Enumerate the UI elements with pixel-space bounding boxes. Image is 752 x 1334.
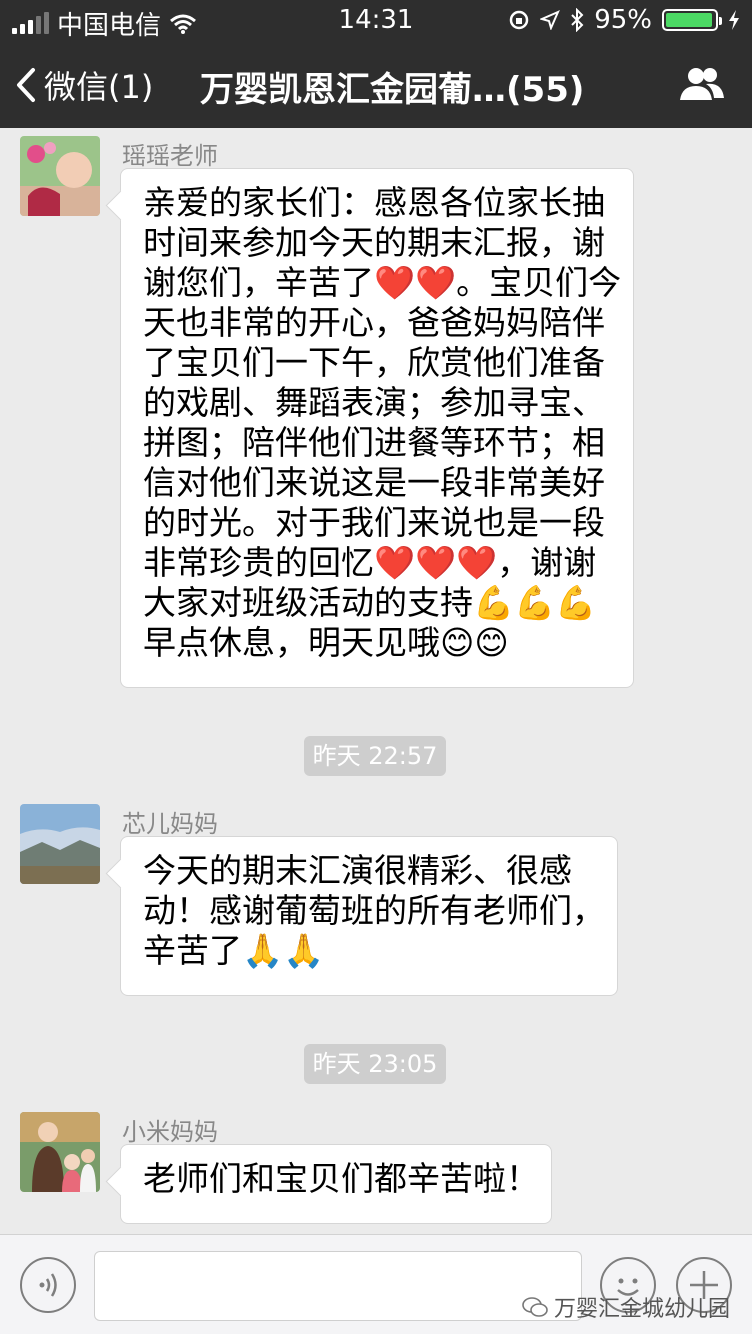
- message-bubble[interactable]: 亲爱的家长们：感恩各位家长抽 时间来参加今天的期末汇报，谢 谢您们，辛苦了❤️❤…: [120, 168, 634, 688]
- message-timestamp: 昨天 22:57: [304, 736, 446, 776]
- chat-messages[interactable]: 瑶瑶老师 亲爱的家长们：感恩各位家长抽 时间来参加今天的期末汇报，谢 谢您们，辛…: [0, 128, 752, 1234]
- sender-name: 瑶瑶老师: [122, 142, 218, 170]
- message-line: 谢您们，辛苦了❤️❤️。宝贝们今: [143, 263, 622, 302]
- watermark: 万婴汇金城幼儿园: [522, 1291, 730, 1323]
- avatar[interactable]: [20, 804, 100, 884]
- charging-bolt-icon: [729, 10, 739, 30]
- message-line: 亲爱的家长们：感恩各位家长抽: [143, 183, 605, 222]
- message-line: 了宝贝们一下午，欣赏他们准备: [143, 343, 605, 382]
- message-bubble[interactable]: 老师们和宝贝们都辛苦啦！: [120, 1144, 552, 1224]
- back-button[interactable]: 微信(1): [16, 62, 153, 108]
- avatar-image-family-icon: [20, 1112, 100, 1192]
- battery-icon: [662, 9, 722, 31]
- battery-percent: 95%: [594, 5, 652, 35]
- message-line: 拼图；陪伴他们进餐等环节；相: [143, 423, 605, 462]
- message-line: 大家对班级活动的支持💪💪💪: [143, 583, 597, 622]
- message-line: 辛苦了🙏🙏: [143, 931, 325, 970]
- status-bar: 中国电信 14:31 95%: [0, 0, 752, 41]
- location-arrow-icon: [540, 10, 561, 30]
- message-line: 非常珍贵的回忆❤️❤️❤️，谢谢: [143, 543, 597, 582]
- watermark-text: 万婴汇金城幼儿园: [553, 1297, 730, 1322]
- group-members-icon[interactable]: [678, 66, 726, 102]
- message-line: 的时光。对于我们来说也是一段: [143, 503, 605, 542]
- voice-input-button[interactable]: [20, 1257, 76, 1313]
- message-line: 的戏剧、舞蹈表演；参加寻宝、: [143, 383, 605, 422]
- chat-nav-bar: 微信(1) 万婴凯恩汇金园葡…(55): [0, 40, 752, 128]
- battery-level-fill: [666, 13, 712, 27]
- avatar-image-child-icon: [20, 136, 100, 216]
- message-line: 天也非常的开心，爸爸妈妈陪伴: [143, 303, 605, 342]
- bluetooth-icon: [571, 8, 584, 32]
- avatar[interactable]: [20, 1112, 100, 1192]
- message-line: 今天的期末汇演很精彩、很感: [143, 851, 572, 890]
- chat-input-bar: 万婴汇金城幼儿园: [0, 1234, 752, 1334]
- rotation-lock-icon: [509, 10, 529, 30]
- avatar-image-landscape-icon: [20, 804, 100, 884]
- message-timestamp: 昨天 23:05: [304, 1044, 446, 1084]
- message-line: 老师们和宝贝们都辛苦啦！: [143, 1159, 539, 1198]
- chevron-left-icon: [17, 68, 35, 102]
- message-text-input[interactable]: [94, 1251, 582, 1321]
- message-line: 信对他们来说这是一段非常美好: [143, 463, 605, 502]
- sender-name: 小米妈妈: [122, 1118, 218, 1146]
- back-label: 微信(1): [44, 68, 154, 106]
- message-bubble[interactable]: 今天的期末汇演很精彩、很感 动！感谢葡萄班的所有老师们， 辛苦了🙏🙏: [120, 836, 618, 996]
- message-line: 时间来参加今天的期末汇报，谢: [143, 223, 605, 262]
- avatar[interactable]: [20, 136, 100, 216]
- sender-name: 芯儿妈妈: [122, 810, 218, 838]
- message-line: 动！感谢葡萄班的所有老师们，: [143, 891, 605, 930]
- voice-icon: [39, 1273, 57, 1297]
- wechat-logo-icon: [522, 1297, 548, 1317]
- chat-title: 万婴凯恩汇金园葡…(55): [200, 70, 585, 110]
- message-line: 早点休息，明天见哦😊😊: [143, 623, 509, 662]
- status-right: 95%: [508, 5, 740, 35]
